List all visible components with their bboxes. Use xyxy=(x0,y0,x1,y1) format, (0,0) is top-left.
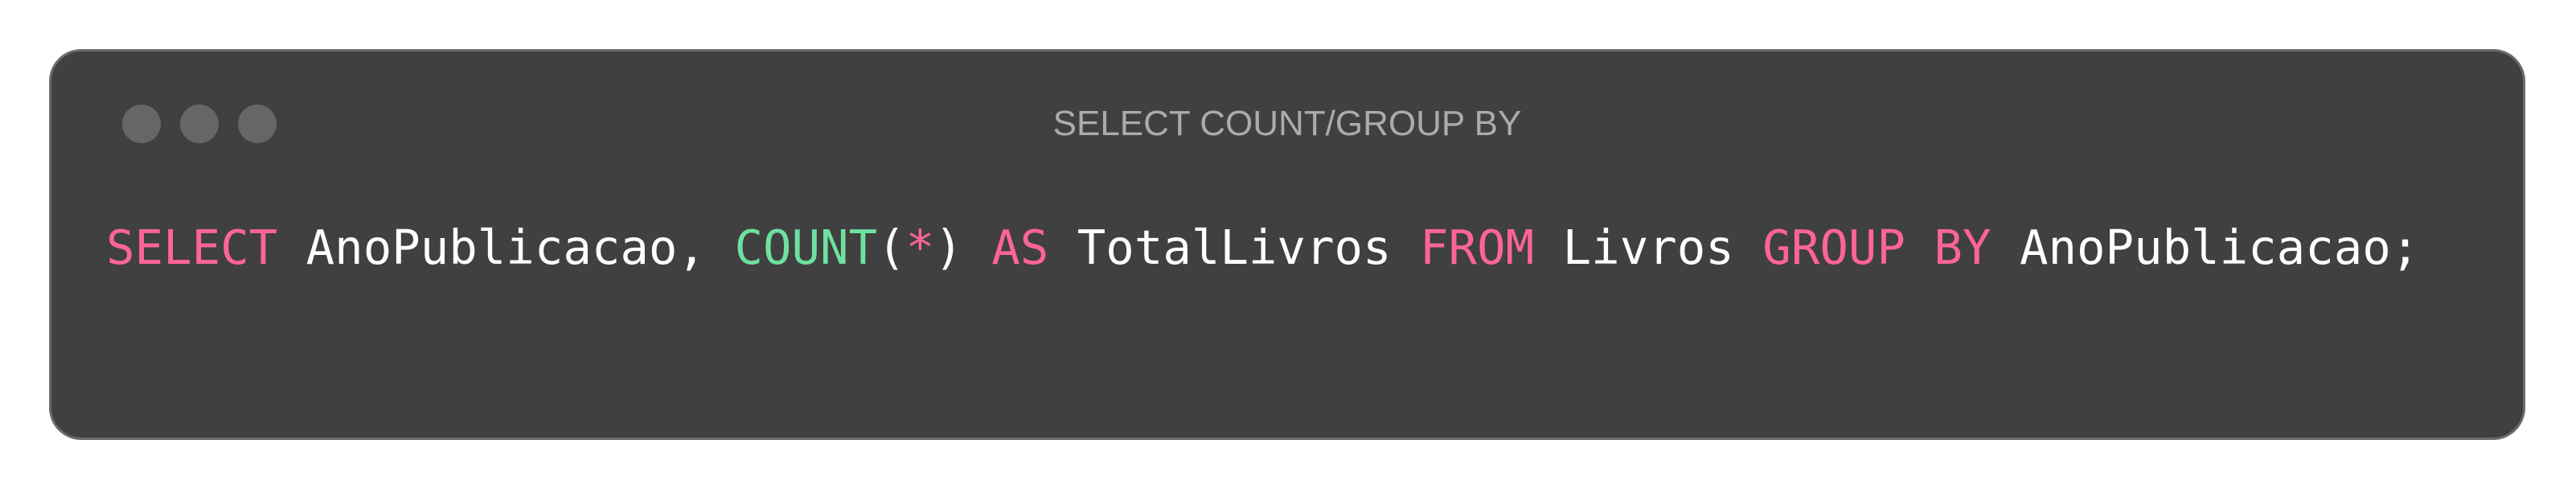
token-identifier: AnoPublicacao, xyxy=(277,220,735,275)
token-identifier: AnoPublicacao; xyxy=(1991,220,2420,275)
token-asterisk: * xyxy=(905,220,935,275)
token-keyword-as: AS xyxy=(991,220,1049,275)
token-punct: ) xyxy=(934,220,992,275)
code-block: SELECT AnoPublicacao, COUNT(*) AS TotalL… xyxy=(106,216,2419,280)
token-punct: ( xyxy=(877,220,906,275)
token-function-count: COUNT xyxy=(734,220,878,275)
window-title: SELECT COUNT/GROUP BY xyxy=(1052,104,1522,143)
code-window: SELECT COUNT/GROUP BY SELECT AnoPublicac… xyxy=(49,49,2525,440)
token-keyword-from: FROM xyxy=(1420,220,1535,275)
token-identifier: TotalLivros xyxy=(1048,220,1421,275)
token-keyword-group-by: GROUP BY xyxy=(1762,220,1991,275)
token-keyword-select: SELECT xyxy=(106,220,278,275)
token-identifier: Livros xyxy=(1534,220,1763,275)
